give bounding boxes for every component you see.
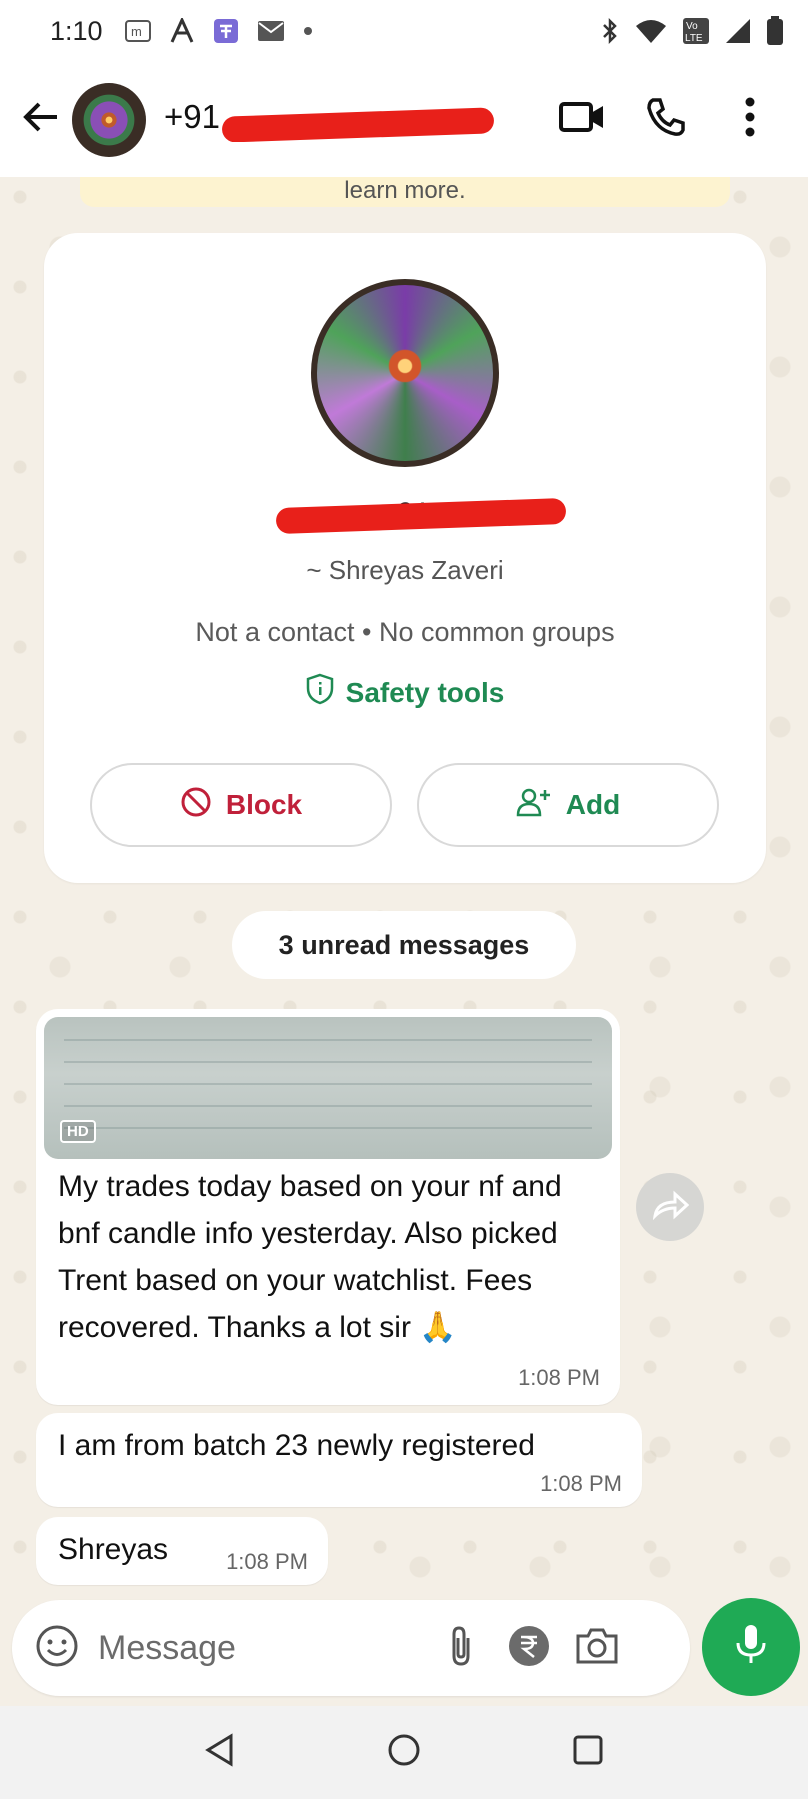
message-bubble[interactable]: HD My trades today based on your nf and … <box>36 1009 620 1405</box>
message-text: Shreyas <box>58 1533 169 1566</box>
add-label: Add <box>565 789 621 820</box>
more-vert-icon <box>745 97 755 142</box>
message-bubble[interactable]: I am from batch 23 newly registered 1:08… <box>36 1413 642 1507</box>
battery-icon <box>766 16 784 46</box>
message-text: I am from batch 23 newly registered <box>58 1429 535 1462</box>
triangle-back-icon <box>203 1733 237 1772</box>
message-composer <box>12 1600 690 1696</box>
forward-button[interactable] <box>636 1173 704 1241</box>
square-recents-icon <box>571 1733 605 1772</box>
camera-button[interactable] <box>572 1623 622 1673</box>
svg-text:Vo: Vo <box>686 21 698 32</box>
bluetooth-icon <box>600 17 620 45</box>
paperclip-icon <box>446 1624 476 1673</box>
unread-messages-divider: 3 unread messages <box>232 911 576 979</box>
block-label: Block <box>225 789 303 820</box>
t-app-icon <box>213 18 239 44</box>
status-system-icons: Vo LTE <box>600 16 784 46</box>
voice-call-button[interactable] <box>638 92 694 148</box>
encryption-notice[interactable]: learn more. <box>80 177 730 207</box>
mail-icon <box>257 20 285 42</box>
message-bubble[interactable]: Shreyas 1:08 PM <box>36 1517 328 1585</box>
signal-icon <box>724 17 752 45</box>
more-options-button[interactable] <box>722 92 778 148</box>
nav-recents-button[interactable] <box>566 1731 610 1775</box>
nav-back-button[interactable] <box>198 1731 242 1775</box>
wifi-icon <box>634 17 668 45</box>
back-button[interactable] <box>12 91 70 149</box>
image-row <box>64 1083 592 1085</box>
dot-icon <box>303 26 313 36</box>
volte-icon: Vo LTE <box>682 17 710 45</box>
redaction-mark <box>275 497 567 535</box>
message-time: 1:08 PM <box>540 1471 622 1496</box>
message-text: My trades today based on your nf and bnf… <box>58 1170 562 1344</box>
shield-icon <box>306 673 334 712</box>
a-app-icon <box>169 18 195 44</box>
header-actions <box>554 92 778 148</box>
safety-tools-label: Safety tools <box>345 676 505 708</box>
block-button[interactable]: Block <box>90 763 392 847</box>
image-row <box>64 1061 592 1063</box>
rupee-icon <box>507 1624 551 1673</box>
contact-status-info: Not a contact • No common groups <box>195 617 615 647</box>
system-navigation-bar <box>0 1706 808 1799</box>
status-notifications: m <box>124 18 313 44</box>
status-time: 1:10 <box>50 15 103 46</box>
unread-text: 3 unread messages <box>278 929 530 960</box>
image-attachment[interactable]: HD <box>44 1017 612 1159</box>
add-contact-button[interactable]: Add <box>417 763 719 847</box>
chat-header: +91 <box>0 62 808 177</box>
emoji-icon <box>35 1624 79 1673</box>
redaction-mark <box>221 106 494 142</box>
card-contact-number: +91 <box>44 497 766 537</box>
contact-profile-photo[interactable] <box>311 279 499 467</box>
add-person-icon <box>516 787 552 824</box>
video-call-button[interactable] <box>554 92 610 148</box>
message-input[interactable] <box>98 1628 418 1668</box>
m-app-icon: m <box>124 19 151 43</box>
hd-badge: HD <box>60 1120 96 1143</box>
block-icon <box>180 786 212 825</box>
contact-title[interactable]: +91 <box>164 98 494 142</box>
image-row <box>64 1039 592 1041</box>
contact-info-card: +91 ~ Shreyas Zaveri Not a contact • No … <box>44 233 766 883</box>
image-row <box>64 1127 592 1129</box>
phone-icon <box>645 96 687 143</box>
contact-avatar[interactable] <box>72 82 146 157</box>
status-bar: 1:10 m Vo LTE <box>0 0 808 62</box>
camera-icon <box>574 1626 620 1671</box>
safety-tools-link[interactable]: Safety tools <box>44 673 766 712</box>
microphone-icon <box>734 1623 768 1672</box>
contact-push-name: ~ Shreyas Zaveri <box>306 555 504 585</box>
svg-text:LTE: LTE <box>685 33 703 44</box>
nav-home-button[interactable] <box>382 1731 426 1775</box>
video-call-icon <box>559 100 605 139</box>
chat-area[interactable]: learn more. +91 ~ Shreyas Zaveri Not a c… <box>0 177 808 1597</box>
circle-home-icon <box>386 1732 422 1773</box>
forward-icon <box>651 1190 690 1225</box>
svg-text:m: m <box>131 24 142 39</box>
back-arrow-icon <box>21 99 61 140</box>
notice-text: learn more. <box>344 177 466 204</box>
attach-button[interactable] <box>436 1623 486 1673</box>
voice-message-button[interactable] <box>702 1598 800 1696</box>
emoji-button[interactable] <box>32 1623 82 1673</box>
payment-button[interactable] <box>504 1623 554 1673</box>
message-time: 1:08 PM <box>226 1549 308 1574</box>
contact-number-text: +91 <box>164 97 220 135</box>
message-time: 1:08 PM <box>518 1365 600 1390</box>
image-row <box>64 1105 592 1107</box>
